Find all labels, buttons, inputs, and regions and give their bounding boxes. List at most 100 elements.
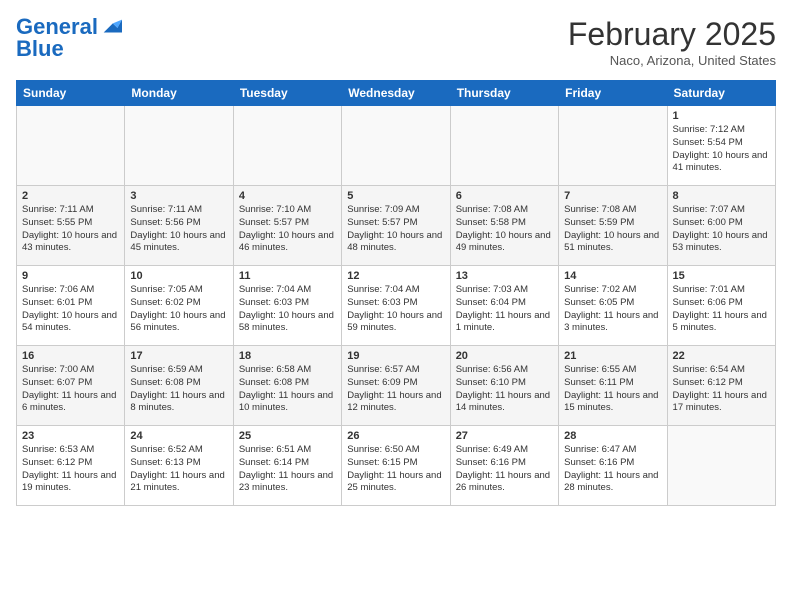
weekday-header: Monday bbox=[125, 81, 233, 106]
calendar-cell: 27Sunrise: 6:49 AM Sunset: 6:16 PM Dayli… bbox=[450, 426, 558, 506]
calendar-cell bbox=[233, 106, 341, 186]
weekday-header: Wednesday bbox=[342, 81, 450, 106]
calendar-table: SundayMondayTuesdayWednesdayThursdayFrid… bbox=[16, 80, 776, 506]
calendar-cell: 4 Sunrise: 7:10 AM Sunset: 5:57 PM Daylig… bbox=[233, 186, 341, 266]
day-info: Sunrise: 7:06 AM Sunset: 6:01 PM Dayligh… bbox=[22, 284, 119, 335]
day-info: Sunrise: 7:07 AM Sunset: 6:00 PM Dayligh… bbox=[673, 204, 770, 255]
weekday-header: Thursday bbox=[450, 81, 558, 106]
calendar-cell bbox=[17, 106, 125, 186]
day-number: 25 bbox=[239, 430, 336, 442]
day-info: Sunrise: 6:57 AM Sunset: 6:09 PM Dayligh… bbox=[347, 364, 444, 415]
day-info: Sunrise: 7:09 AM Sunset: 5:57 PM Dayligh… bbox=[347, 204, 444, 255]
day-number: 23 bbox=[22, 430, 119, 442]
logo-text: General bbox=[16, 16, 98, 38]
calendar-cell: 22Sunrise: 6:54 AM Sunset: 6:12 PM Dayli… bbox=[667, 346, 775, 426]
day-info: Sunrise: 6:55 AM Sunset: 6:11 PM Dayligh… bbox=[564, 364, 661, 415]
day-number: 22 bbox=[673, 350, 770, 362]
day-info: Sunrise: 6:58 AM Sunset: 6:08 PM Dayligh… bbox=[239, 364, 336, 415]
calendar-cell: 8 Sunrise: 7:07 AM Sunset: 6:00 PM Daylig… bbox=[667, 186, 775, 266]
day-info: Sunrise: 6:52 AM Sunset: 6:13 PM Dayligh… bbox=[130, 444, 227, 495]
day-info: Sunrise: 7:11 AM Sunset: 5:55 PM Dayligh… bbox=[22, 204, 119, 255]
logo: General Blue bbox=[16, 16, 122, 60]
calendar-cell: 14 Sunrise: 7:02 AM Sunset: 6:05 PM Dayli… bbox=[559, 266, 667, 346]
calendar-cell: 23 Sunrise: 6:53 AM Sunset: 6:12 PM Dayli… bbox=[17, 426, 125, 506]
calendar-cell: 1 Sunrise: 7:12 AM Sunset: 5:54 PM Daylig… bbox=[667, 106, 775, 186]
day-info: Sunrise: 7:12 AM Sunset: 5:54 PM Dayligh… bbox=[673, 124, 770, 175]
weekday-header: Saturday bbox=[667, 81, 775, 106]
day-number: 1 bbox=[673, 110, 770, 122]
calendar-cell: 3 Sunrise: 7:11 AM Sunset: 5:56 PM Daylig… bbox=[125, 186, 233, 266]
day-number: 6 bbox=[456, 190, 553, 202]
calendar-cell: 26 Sunrise: 6:50 AM Sunset: 6:15 PM Dayli… bbox=[342, 426, 450, 506]
day-number: 16 bbox=[22, 350, 119, 362]
calendar-cell bbox=[559, 106, 667, 186]
logo-blue-text: Blue bbox=[16, 38, 64, 60]
calendar-cell: 28 Sunrise: 6:47 AM Sunset: 6:16 PM Dayli… bbox=[559, 426, 667, 506]
title-block: February 2025 Naco, Arizona, United Stat… bbox=[568, 16, 776, 68]
calendar-week-row: 16 Sunrise: 7:00 AM Sunset: 6:07 PM Dayli… bbox=[17, 346, 776, 426]
day-info: Sunrise: 6:53 AM Sunset: 6:12 PM Dayligh… bbox=[22, 444, 119, 495]
day-info: Sunrise: 7:01 AM Sunset: 6:06 PM Dayligh… bbox=[673, 284, 770, 335]
weekday-header: Sunday bbox=[17, 81, 125, 106]
calendar-cell: 19Sunrise: 6:57 AM Sunset: 6:09 PM Dayli… bbox=[342, 346, 450, 426]
calendar-cell bbox=[667, 426, 775, 506]
calendar-week-row: 1 Sunrise: 7:12 AM Sunset: 5:54 PM Daylig… bbox=[17, 106, 776, 186]
calendar-cell: 11 Sunrise: 7:04 AM Sunset: 6:03 PM Dayli… bbox=[233, 266, 341, 346]
calendar-cell: 13 Sunrise: 7:03 AM Sunset: 6:04 PM Dayli… bbox=[450, 266, 558, 346]
weekday-header: Friday bbox=[559, 81, 667, 106]
calendar-cell: 2 Sunrise: 7:11 AM Sunset: 5:55 PM Daylig… bbox=[17, 186, 125, 266]
calendar-header-row: SundayMondayTuesdayWednesdayThursdayFrid… bbox=[17, 81, 776, 106]
day-info: Sunrise: 7:11 AM Sunset: 5:56 PM Dayligh… bbox=[130, 204, 227, 255]
day-info: Sunrise: 6:47 AM Sunset: 6:16 PM Dayligh… bbox=[564, 444, 661, 495]
calendar-cell: 18 Sunrise: 6:58 AM Sunset: 6:08 PM Dayli… bbox=[233, 346, 341, 426]
calendar-cell bbox=[342, 106, 450, 186]
day-info: Sunrise: 7:02 AM Sunset: 6:05 PM Dayligh… bbox=[564, 284, 661, 335]
day-number: 13 bbox=[456, 270, 553, 282]
logo-icon bbox=[100, 16, 122, 38]
day-info: Sunrise: 7:10 AM Sunset: 5:57 PM Dayligh… bbox=[239, 204, 336, 255]
day-info: Sunrise: 7:04 AM Sunset: 6:03 PM Dayligh… bbox=[239, 284, 336, 335]
location-subtitle: Naco, Arizona, United States bbox=[568, 53, 776, 68]
page-header: General Blue February 2025 Naco, Arizona… bbox=[16, 16, 776, 68]
day-number: 11 bbox=[239, 270, 336, 282]
calendar-cell: 6 Sunrise: 7:08 AM Sunset: 5:58 PM Daylig… bbox=[450, 186, 558, 266]
calendar-cell: 9Sunrise: 7:06 AM Sunset: 6:01 PM Daylig… bbox=[17, 266, 125, 346]
day-info: Sunrise: 6:59 AM Sunset: 6:08 PM Dayligh… bbox=[130, 364, 227, 415]
day-number: 12 bbox=[347, 270, 444, 282]
calendar-cell: 25 Sunrise: 6:51 AM Sunset: 6:14 PM Dayli… bbox=[233, 426, 341, 506]
day-number: 7 bbox=[564, 190, 661, 202]
day-info: Sunrise: 7:03 AM Sunset: 6:04 PM Dayligh… bbox=[456, 284, 553, 335]
calendar-cell: 15 Sunrise: 7:01 AM Sunset: 6:06 PM Dayli… bbox=[667, 266, 775, 346]
day-info: Sunrise: 7:05 AM Sunset: 6:02 PM Dayligh… bbox=[130, 284, 227, 335]
calendar-week-row: 23 Sunrise: 6:53 AM Sunset: 6:12 PM Dayli… bbox=[17, 426, 776, 506]
calendar-cell: 7 Sunrise: 7:08 AM Sunset: 5:59 PM Daylig… bbox=[559, 186, 667, 266]
day-number: 21 bbox=[564, 350, 661, 362]
day-number: 8 bbox=[673, 190, 770, 202]
day-number: 28 bbox=[564, 430, 661, 442]
calendar-cell: 21 Sunrise: 6:55 AM Sunset: 6:11 PM Dayli… bbox=[559, 346, 667, 426]
day-number: 14 bbox=[564, 270, 661, 282]
day-number: 2 bbox=[22, 190, 119, 202]
day-number: 20 bbox=[456, 350, 553, 362]
day-number: 10 bbox=[130, 270, 227, 282]
day-number: 18 bbox=[239, 350, 336, 362]
day-number: 15 bbox=[673, 270, 770, 282]
day-info: Sunrise: 7:00 AM Sunset: 6:07 PM Dayligh… bbox=[22, 364, 119, 415]
calendar-cell: 20Sunrise: 6:56 AM Sunset: 6:10 PM Dayli… bbox=[450, 346, 558, 426]
calendar-cell: 5Sunrise: 7:09 AM Sunset: 5:57 PM Daylig… bbox=[342, 186, 450, 266]
calendar-cell: 12 Sunrise: 7:04 AM Sunset: 6:03 PM Dayli… bbox=[342, 266, 450, 346]
day-number: 26 bbox=[347, 430, 444, 442]
calendar-cell: 17 Sunrise: 6:59 AM Sunset: 6:08 PM Dayli… bbox=[125, 346, 233, 426]
day-info: Sunrise: 6:51 AM Sunset: 6:14 PM Dayligh… bbox=[239, 444, 336, 495]
day-info: Sunrise: 7:08 AM Sunset: 5:59 PM Dayligh… bbox=[564, 204, 661, 255]
calendar-cell: 24Sunrise: 6:52 AM Sunset: 6:13 PM Dayli… bbox=[125, 426, 233, 506]
day-number: 4 bbox=[239, 190, 336, 202]
day-number: 17 bbox=[130, 350, 227, 362]
day-info: Sunrise: 7:04 AM Sunset: 6:03 PM Dayligh… bbox=[347, 284, 444, 335]
day-info: Sunrise: 6:49 AM Sunset: 6:16 PM Dayligh… bbox=[456, 444, 553, 495]
weekday-header: Tuesday bbox=[233, 81, 341, 106]
day-info: Sunrise: 6:50 AM Sunset: 6:15 PM Dayligh… bbox=[347, 444, 444, 495]
day-number: 3 bbox=[130, 190, 227, 202]
day-info: Sunrise: 7:08 AM Sunset: 5:58 PM Dayligh… bbox=[456, 204, 553, 255]
calendar-week-row: 2 Sunrise: 7:11 AM Sunset: 5:55 PM Daylig… bbox=[17, 186, 776, 266]
